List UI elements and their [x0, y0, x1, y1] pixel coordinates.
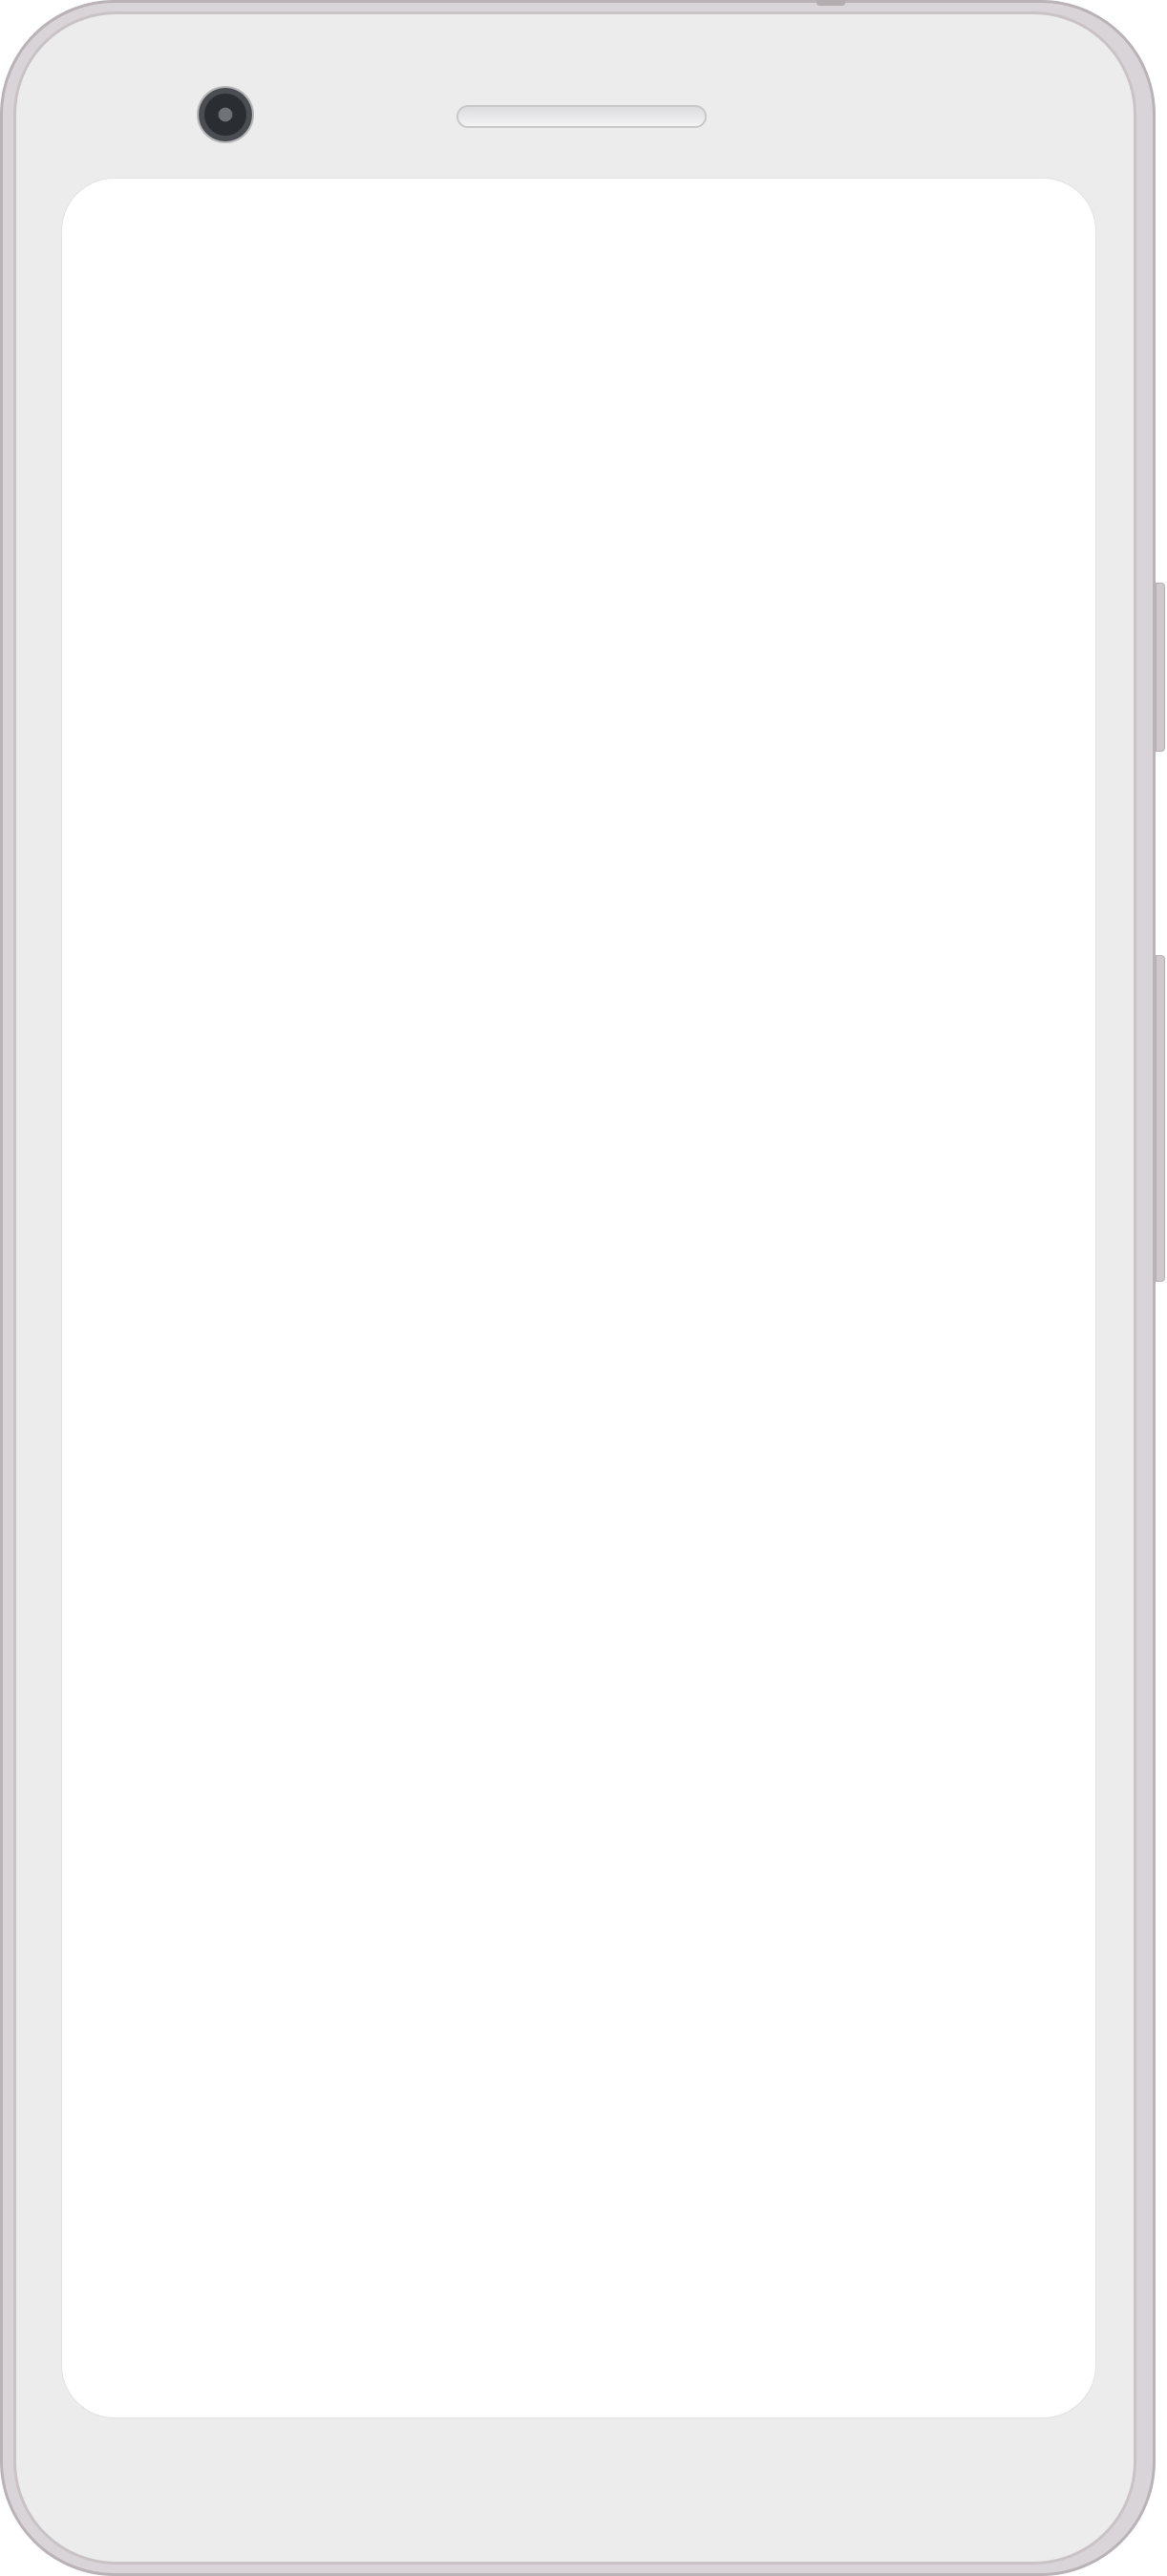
volume-button — [1156, 583, 1165, 752]
phone-screen — [61, 178, 1096, 2418]
device-mockup — [0, 0, 1167, 2576]
earpiece-speaker-icon — [456, 105, 707, 128]
front-camera-icon — [199, 88, 252, 141]
power-button — [1156, 955, 1165, 1282]
top-edge-accent — [817, 0, 845, 6]
